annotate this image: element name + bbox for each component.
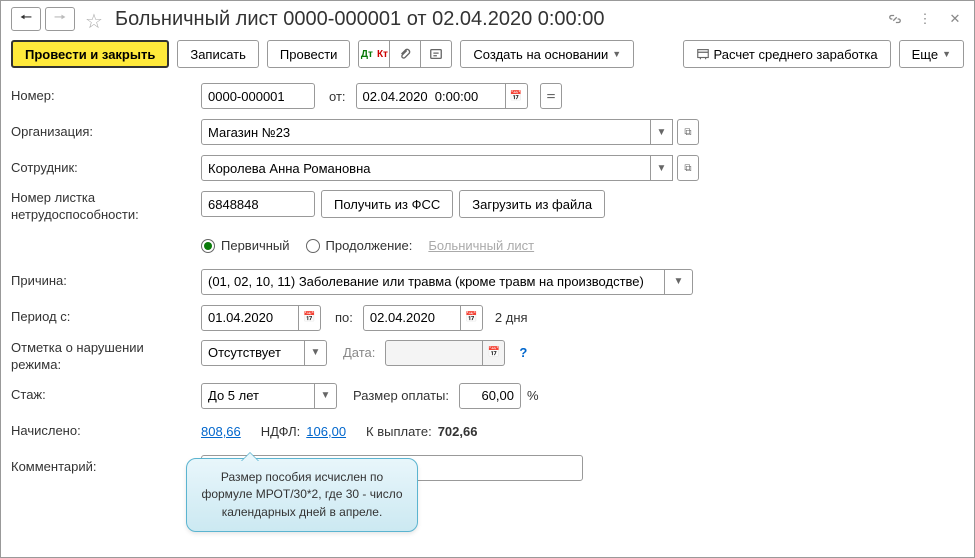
status-button[interactable] — [420, 40, 452, 68]
back-button[interactable]: 🠔 — [11, 7, 41, 31]
favorite-icon[interactable]: ☆ — [85, 9, 105, 29]
violation-date-picker-icon: 📅 — [483, 340, 505, 366]
more-button[interactable]: Еще ▼ — [899, 40, 964, 68]
period-from-picker-icon[interactable]: 📅 — [299, 305, 321, 331]
emp-input[interactable] — [201, 155, 651, 181]
accrued-label: Начислено: — [11, 423, 201, 440]
comment-label: Комментарий: — [11, 459, 201, 476]
violation-date-label: Дата: — [343, 345, 375, 360]
load-file-button[interactable]: Загрузить из файла — [459, 190, 605, 218]
payout-label: К выплате: — [366, 424, 432, 439]
period-from-input[interactable] — [201, 305, 299, 331]
seniority-label: Стаж: — [11, 387, 201, 404]
create-basis-button[interactable]: Создать на основании ▼ — [460, 40, 634, 68]
org-label: Организация: — [11, 124, 201, 141]
date-picker-icon[interactable]: 📅 — [506, 83, 528, 109]
period-to-label: по: — [335, 310, 353, 325]
period-to-picker-icon[interactable]: 📅 — [461, 305, 483, 331]
emp-label: Сотрудник: — [11, 160, 201, 177]
avg-calc-button[interactable]: Расчет среднего заработка — [683, 40, 891, 68]
payout-value: 702,66 — [438, 424, 478, 439]
pay-rate-input[interactable] — [459, 383, 521, 409]
org-input[interactable] — [201, 119, 651, 145]
emp-dropdown-icon[interactable]: ▼ — [651, 155, 673, 181]
radio-continuation[interactable]: Продолжение: — [306, 238, 413, 253]
forward-button[interactable]: 🠖 — [45, 7, 75, 31]
reason-dropdown-icon[interactable]: ▼ — [665, 269, 693, 295]
dt-kt-button[interactable]: ДтКт — [358, 40, 390, 68]
period-label: Период с: — [11, 309, 201, 326]
org-open-icon[interactable]: ⧉ — [677, 119, 699, 145]
org-dropdown-icon[interactable]: ▼ — [651, 119, 673, 145]
sheet-input[interactable] — [201, 191, 315, 217]
reason-input[interactable] — [201, 269, 665, 295]
emp-open-icon[interactable]: ⧉ — [677, 155, 699, 181]
radio-primary[interactable]: Первичный — [201, 238, 290, 253]
pay-rate-label: Размер оплаты: — [353, 388, 449, 403]
ndfl-link[interactable]: 106,00 — [306, 424, 346, 439]
radio-primary-icon — [201, 239, 215, 253]
help-icon[interactable]: ? — [519, 345, 527, 360]
reason-label: Причина: — [11, 273, 201, 290]
post-button[interactable]: Провести — [267, 40, 351, 68]
violation-label: Отметка о нарушении режима: — [11, 340, 201, 374]
continuation-link: Больничный лист — [428, 238, 534, 253]
kebab-icon[interactable]: ⋮ — [916, 10, 934, 28]
sheet-label: Номер листка нетрудоспособности: — [11, 190, 201, 224]
pay-unit: % — [527, 388, 539, 403]
radio-cont-icon — [306, 239, 320, 253]
save-button[interactable]: Записать — [177, 40, 259, 68]
violation-dropdown-icon[interactable]: ▼ — [305, 340, 327, 366]
link-icon[interactable] — [886, 10, 904, 28]
from-label: от: — [329, 89, 346, 104]
seniority-dropdown-icon[interactable]: ▼ — [315, 383, 337, 409]
close-icon[interactable]: ✕ — [946, 10, 964, 28]
violation-date-input — [385, 340, 483, 366]
period-days: 2 дня — [495, 310, 528, 325]
get-fss-button[interactable]: Получить из ФСС — [321, 190, 453, 218]
attach-button[interactable] — [389, 40, 421, 68]
number-label: Номер: — [11, 88, 201, 105]
ndfl-label: НДФЛ: — [261, 424, 301, 439]
violation-input[interactable] — [201, 340, 305, 366]
post-close-button[interactable]: Провести и закрыть — [11, 40, 169, 68]
period-to-input[interactable] — [363, 305, 461, 331]
seniority-input[interactable] — [201, 383, 315, 409]
accrued-link[interactable]: 808,66 — [201, 424, 241, 439]
page-title: Больничный лист 0000-000001 от 02.04.202… — [115, 8, 882, 31]
date-input[interactable] — [356, 83, 506, 109]
number-input[interactable] — [201, 83, 315, 109]
callout-tooltip: Размер пособия исчислен по формуле МРОТ/… — [186, 458, 418, 532]
date-extra-button[interactable] — [540, 83, 562, 109]
